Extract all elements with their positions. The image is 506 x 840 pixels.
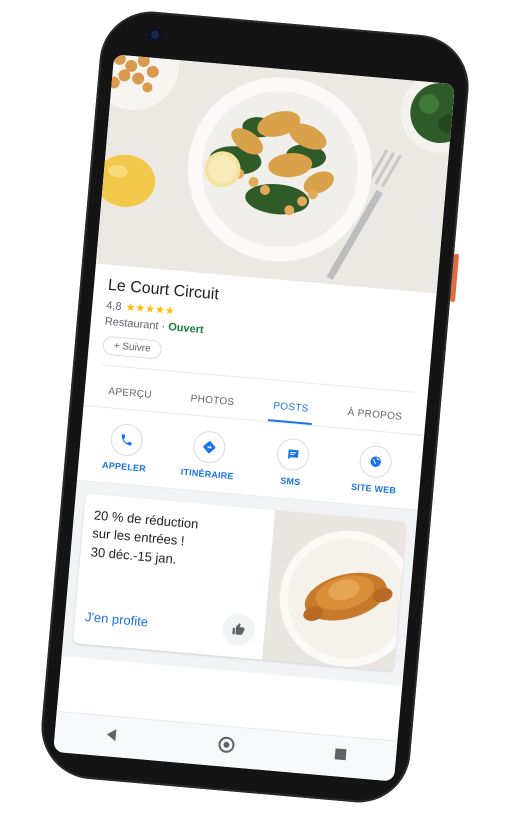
tab-apercu[interactable]: APERÇU: [103, 382, 156, 411]
redeem-link[interactable]: J'en profite: [84, 609, 148, 629]
post-section: 20 % de réduction sur les entrées ! 30 d…: [61, 480, 418, 686]
hero-photo: [95, 54, 455, 294]
call-label: APPELER: [101, 459, 147, 474]
place-panel: Le Court Circuit 4,8 ★★★★★ Restaurant · …: [57, 264, 437, 742]
power-button: [449, 253, 460, 303]
category-label: Restaurant: [104, 315, 160, 333]
rating-value: 4,8: [105, 299, 123, 313]
phone-frame: Le Court Circuit 4,8 ★★★★★ Restaurant · …: [37, 7, 473, 807]
food-illustration: [95, 54, 455, 294]
call-action[interactable]: APPELER: [86, 421, 166, 475]
tab-a-propos[interactable]: À PROPOS: [342, 403, 407, 433]
sms-action[interactable]: SMS: [252, 435, 332, 489]
globe-icon: [358, 444, 394, 480]
open-status: Ouvert: [167, 321, 205, 337]
rating-stars: ★★★★★: [124, 301, 176, 318]
post-text: 20 % de réduction sur les entrées ! 30 d…: [73, 494, 275, 660]
back-icon[interactable]: [103, 727, 119, 747]
tab-photos[interactable]: PHOTOS: [185, 389, 239, 418]
front-camera: [147, 27, 163, 43]
phone-screen: Le Court Circuit 4,8 ★★★★★ Restaurant · …: [53, 54, 455, 782]
website-action[interactable]: SITE WEB: [335, 442, 415, 496]
recents-icon[interactable]: [333, 747, 348, 766]
website-label: SITE WEB: [350, 481, 397, 496]
tab-posts[interactable]: POSTS: [268, 396, 314, 425]
follow-button[interactable]: + Suivre: [101, 335, 163, 360]
stage: Le Court Circuit 4,8 ★★★★★ Restaurant · …: [0, 0, 506, 840]
directions-icon: [192, 429, 227, 465]
post-actions: J'en profite: [84, 600, 256, 647]
thumbs-up-icon[interactable]: [221, 612, 256, 647]
phone-icon: [109, 422, 144, 458]
sms-label: SMS: [279, 475, 301, 488]
home-icon[interactable]: [216, 735, 236, 759]
directions-label: ITINÉRAIRE: [180, 466, 235, 482]
sms-icon: [275, 437, 311, 472]
croissant-illustration: [262, 510, 407, 672]
post-card[interactable]: 20 % de réduction sur les entrées ! 30 d…: [72, 493, 407, 672]
croissant-photo: [262, 510, 407, 672]
directions-action[interactable]: ITINÉRAIRE: [169, 428, 249, 482]
